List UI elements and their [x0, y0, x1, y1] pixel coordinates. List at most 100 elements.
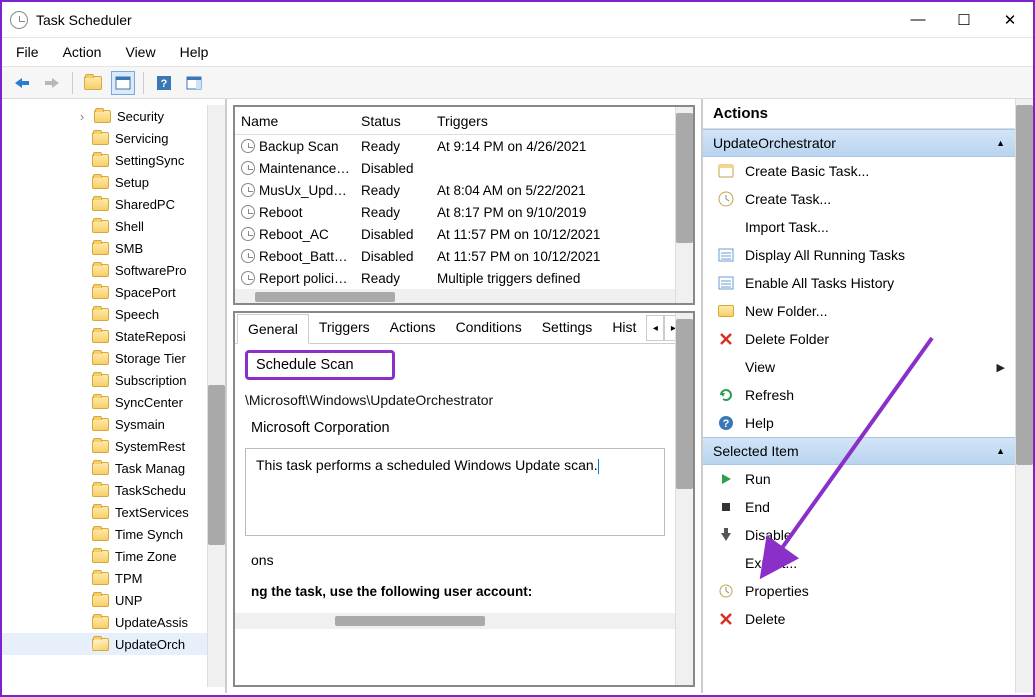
menu-file[interactable]: File: [16, 44, 39, 60]
tree-item[interactable]: ›Security: [2, 105, 207, 127]
toolbar-pane-button[interactable]: [182, 71, 206, 95]
menu-view[interactable]: View: [125, 44, 155, 60]
menu-action[interactable]: Action: [63, 44, 102, 60]
tree-item-label: TaskSchedu: [115, 483, 186, 498]
tree-item[interactable]: SettingSync: [2, 149, 207, 171]
tree-item[interactable]: Time Synch: [2, 523, 207, 545]
task-status: Ready: [361, 205, 437, 220]
tree-item[interactable]: SpacePort: [2, 281, 207, 303]
action-item[interactable]: New Folder...: [703, 297, 1015, 325]
action-item[interactable]: Create Task...: [703, 185, 1015, 213]
minimize-button[interactable]: —: [895, 2, 941, 38]
tree-scrollbar[interactable]: [207, 105, 225, 687]
tree-item[interactable]: SMB: [2, 237, 207, 259]
tab-conditions[interactable]: Conditions: [446, 313, 532, 343]
clock-icon: [241, 205, 255, 219]
tree-item[interactable]: SharedPC: [2, 193, 207, 215]
tab-hist[interactable]: Hist: [602, 313, 646, 343]
action-item[interactable]: Run: [703, 465, 1015, 493]
task-row[interactable]: Reboot_ACDisabledAt 11:57 PM on 10/12/20…: [235, 223, 675, 245]
tree-item[interactable]: TaskSchedu: [2, 479, 207, 501]
task-list-headers[interactable]: Name Status Triggers: [235, 107, 675, 135]
tree-item[interactable]: Speech: [2, 303, 207, 325]
task-description[interactable]: This task performs a scheduled Windows U…: [245, 448, 665, 536]
task-triggers: At 11:57 PM on 10/12/2021: [437, 249, 669, 264]
tree-item[interactable]: TextServices: [2, 501, 207, 523]
action-item[interactable]: Create Basic Task...: [703, 157, 1015, 185]
action-item[interactable]: End: [703, 493, 1015, 521]
actions-vscroll[interactable]: [1015, 99, 1033, 693]
maximize-button[interactable]: ☐: [941, 2, 987, 38]
tree-item[interactable]: Storage Tier: [2, 347, 207, 369]
clock-icon: [241, 161, 255, 175]
action-item[interactable]: Import Task...: [703, 213, 1015, 241]
task-row[interactable]: Backup ScanReadyAt 9:14 PM on 4/26/2021: [235, 135, 675, 157]
actions-group1-header[interactable]: UpdateOrchestrator ▲: [703, 129, 1015, 157]
tree-item[interactable]: TPM: [2, 567, 207, 589]
tab-scroll-right[interactable]: ▸: [664, 315, 675, 341]
detail-hscroll[interactable]: [235, 613, 675, 629]
action-item[interactable]: Export...: [703, 549, 1015, 577]
collapse-icon: ▲: [996, 446, 1005, 456]
action-item[interactable]: View▶: [703, 353, 1015, 381]
toolbar-help-button[interactable]: ?: [152, 71, 176, 95]
detail-vscroll[interactable]: [675, 313, 693, 685]
task-list-hscroll[interactable]: [235, 289, 675, 303]
task-row[interactable]: RebootReadyAt 8:17 PM on 9/10/2019: [235, 201, 675, 223]
toolbar-window-button[interactable]: [111, 71, 135, 95]
col-name[interactable]: Name: [241, 113, 361, 129]
tree-item[interactable]: SystemRest: [2, 435, 207, 457]
toolbar-folder-button[interactable]: [81, 71, 105, 95]
forward-button[interactable]: [40, 71, 64, 95]
action-item[interactable]: ?Help: [703, 409, 1015, 437]
action-item[interactable]: Delete: [703, 605, 1015, 633]
close-button[interactable]: ✕: [987, 2, 1033, 38]
tree-item[interactable]: UpdateOrch: [2, 633, 207, 655]
tab-actions[interactable]: Actions: [380, 313, 446, 343]
menu-help[interactable]: Help: [180, 44, 209, 60]
tree-item[interactable]: Sysmain: [2, 413, 207, 435]
task-row[interactable]: Maintenance…Disabled: [235, 157, 675, 179]
tree-item[interactable]: Time Zone: [2, 545, 207, 567]
folder-icon: [92, 242, 109, 255]
tree-item[interactable]: StateReposi: [2, 325, 207, 347]
action-item[interactable]: Refresh: [703, 381, 1015, 409]
tree-item-label: UNP: [115, 593, 142, 608]
clock-icon: [241, 183, 255, 197]
props-icon: [717, 582, 735, 600]
action-item[interactable]: Disable: [703, 521, 1015, 549]
tree-item[interactable]: Task Manag: [2, 457, 207, 479]
task-list-vscroll[interactable]: [675, 107, 693, 303]
tree-item[interactable]: Shell: [2, 215, 207, 237]
tab-triggers[interactable]: Triggers: [309, 313, 380, 343]
tree-item[interactable]: SyncCenter: [2, 391, 207, 413]
folder-icon: [92, 154, 109, 167]
tree-item[interactable]: SoftwarePro: [2, 259, 207, 281]
task-row[interactable]: MusUx_Upd…ReadyAt 8:04 AM on 5/22/2021: [235, 179, 675, 201]
action-item[interactable]: Delete Folder: [703, 325, 1015, 353]
col-status[interactable]: Status: [361, 113, 437, 129]
task-row[interactable]: Report polici…ReadyMultiple triggers def…: [235, 267, 675, 289]
action-item[interactable]: Enable All Tasks History: [703, 269, 1015, 297]
clock-icon: [241, 249, 255, 263]
action-item[interactable]: Display All Running Tasks: [703, 241, 1015, 269]
task-row[interactable]: Reboot_Batt…DisabledAt 11:57 PM on 10/12…: [235, 245, 675, 267]
expand-icon[interactable]: ›: [76, 109, 88, 124]
tree-item-label: Time Synch: [115, 527, 183, 542]
col-triggers[interactable]: Triggers: [437, 113, 669, 129]
tab-settings[interactable]: Settings: [532, 313, 603, 343]
actions-group2-header[interactable]: Selected Item ▲: [703, 437, 1015, 465]
tab-general[interactable]: General: [237, 314, 309, 344]
actions-panel: Actions UpdateOrchestrator ▲ Create Basi…: [703, 99, 1033, 693]
tree-item[interactable]: UpdateAssis: [2, 611, 207, 633]
back-button[interactable]: [10, 71, 34, 95]
action-item[interactable]: Properties: [703, 577, 1015, 605]
tree-item[interactable]: Servicing: [2, 127, 207, 149]
tree-panel: ›Security Servicing SettingSyncSetupShared…: [2, 99, 227, 693]
tree-item[interactable]: UNP: [2, 589, 207, 611]
tab-scroll-left[interactable]: ◂: [646, 315, 664, 341]
task-name-highlight: Schedule Scan: [245, 350, 395, 380]
tree-item[interactable]: Setup: [2, 171, 207, 193]
tree-item[interactable]: Subscription: [2, 369, 207, 391]
tree-item-label: Servicing: [115, 131, 168, 146]
